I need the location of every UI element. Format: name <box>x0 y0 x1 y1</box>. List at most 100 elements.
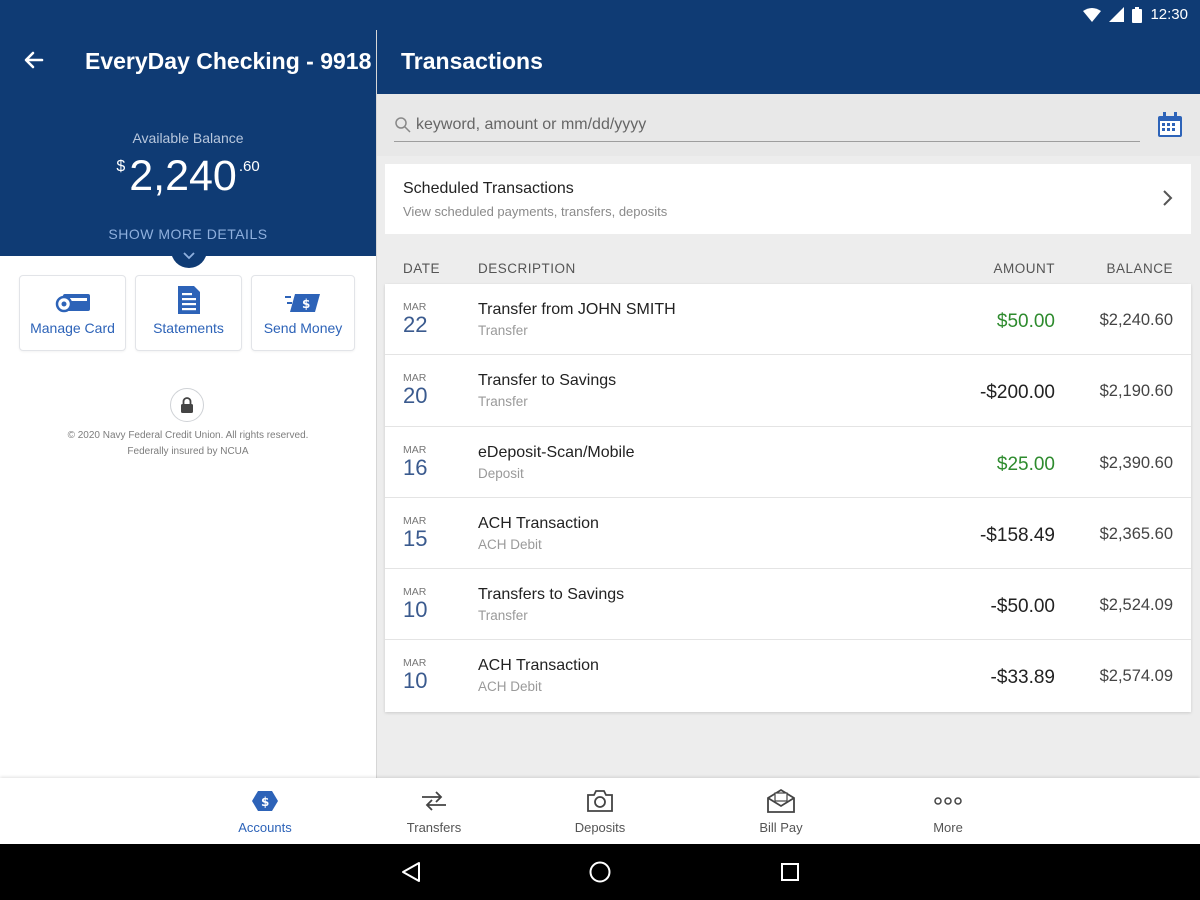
account-panel: EveryDay Checking - 9918 Available Balan… <box>0 30 376 778</box>
recents-icon[interactable] <box>780 862 800 882</box>
search-icon <box>395 116 411 133</box>
transaction-balance: $2,574.09 <box>1099 667 1173 686</box>
transaction-amount: $50.00 <box>996 311 1055 332</box>
nav-more[interactable]: More <box>888 786 1008 835</box>
nav-accounts-label: Accounts <box>238 820 292 835</box>
transaction-balance: $2,365.60 <box>1099 524 1173 543</box>
card-icon <box>55 294 90 313</box>
status-time: 12:30 <box>1150 6 1188 23</box>
transaction-description: Transfer to Savings <box>478 372 617 390</box>
transaction-day: 10 <box>403 668 428 694</box>
transaction-balance: $2,524.09 <box>1099 596 1173 615</box>
quick-actions: Manage Card Statements $ Send Money <box>19 275 355 351</box>
transaction-day: 20 <box>403 383 428 409</box>
transaction-amount: $25.00 <box>996 453 1055 475</box>
transactions-panel: Transactions Scheduled Transactions View… <box>377 30 1200 778</box>
battery-icon <box>1132 6 1143 23</box>
search-field <box>394 108 1140 142</box>
column-date: DATE <box>403 261 441 276</box>
status-bar: 12:30 <box>0 0 1200 30</box>
transaction-amount: -$158.49 <box>979 524 1055 546</box>
transaction-type: Transfer <box>478 394 528 410</box>
home-icon[interactable] <box>588 860 612 884</box>
more-icon <box>934 797 962 805</box>
transaction-day: 22 <box>403 312 428 337</box>
transaction-day: 16 <box>403 454 428 480</box>
manage-card-label: Manage Card <box>30 320 115 336</box>
nav-bill-pay[interactable]: Bill Pay <box>721 786 841 835</box>
nav-deposits[interactable]: Deposits <box>540 786 660 835</box>
available-balance: $2,240.60 <box>0 152 376 201</box>
statements-button[interactable]: Statements <box>135 275 242 351</box>
scheduled-title: Scheduled Transactions <box>403 180 574 197</box>
transaction-description: ACH Transaction <box>478 514 599 532</box>
search-input[interactable] <box>416 115 1116 134</box>
nav-transfers[interactable]: Transfers <box>374 786 494 835</box>
transaction-amount: -$200.00 <box>979 382 1055 404</box>
currency-symbol: $ <box>116 158 126 175</box>
transaction-balance: $2,240.60 <box>1099 311 1173 329</box>
scheduled-subtitle: View scheduled payments, transfers, depo… <box>403 204 668 219</box>
search-bar <box>377 94 1200 156</box>
bottom-navigation: $ Accounts Transfers Deposits Bill Pay M… <box>0 778 1200 844</box>
transactions-list: MAR 22 Transfer from JOHN SMITH Transfer… <box>385 284 1191 712</box>
account-title: EveryDay Checking - 9918 <box>85 48 372 74</box>
balance-cents: .60 <box>238 158 260 175</box>
transaction-row[interactable]: MAR 10 ACH Transaction ACH Debit -$33.89… <box>385 640 1191 711</box>
transaction-type: Deposit <box>478 465 524 481</box>
legal-text: © 2020 Navy Federal Credit Union. All ri… <box>0 428 376 460</box>
transaction-row[interactable]: MAR 22 Transfer from JOHN SMITH Transfer… <box>385 284 1191 356</box>
account-summary: EveryDay Checking - 9918 Available Balan… <box>0 30 376 268</box>
column-amount: AMOUNT <box>993 261 1055 276</box>
wifi-icon <box>1083 7 1102 22</box>
nav-more-label: More <box>933 820 963 835</box>
scheduled-transactions-item[interactable]: Scheduled Transactions View scheduled pa… <box>385 164 1191 234</box>
chevron-right-icon <box>1163 190 1173 206</box>
lock-icon <box>181 397 193 413</box>
transaction-day: 15 <box>403 525 428 551</box>
column-balance: BALANCE <box>1106 261 1173 276</box>
transactions-column-headers: DATE DESCRIPTION AMOUNT BALANCE <box>385 238 1191 284</box>
chevron-down-icon <box>183 252 195 260</box>
statements-label: Statements <box>153 320 224 336</box>
ncua-text: Federally insured by NCUA <box>127 446 249 457</box>
transaction-amount: -$50.00 <box>990 596 1055 618</box>
transaction-balance: $2,190.60 <box>1099 382 1173 401</box>
transaction-type: Transfer <box>478 323 528 338</box>
transactions-title: Transactions <box>401 48 543 74</box>
column-description: DESCRIPTION <box>478 261 576 276</box>
transaction-balance: $2,390.60 <box>1099 453 1173 472</box>
transaction-type: ACH Debit <box>478 679 542 695</box>
show-more-details-link[interactable]: SHOW MORE DETAILS <box>0 226 376 242</box>
expand-notch[interactable] <box>171 250 207 268</box>
transaction-row[interactable]: MAR 10 Transfers to Savings Transfer -$5… <box>385 569 1191 641</box>
send-money-button[interactable]: $ Send Money <box>251 275 355 351</box>
svg-text:$: $ <box>261 795 269 809</box>
transaction-row[interactable]: MAR 20 Transfer to Savings Transfer -$20… <box>385 355 1191 427</box>
transaction-row[interactable]: MAR 15 ACH Transaction ACH Debit -$158.4… <box>385 498 1191 570</box>
transaction-description: eDeposit-Scan/Mobile <box>478 443 635 461</box>
back-icon[interactable] <box>400 860 422 884</box>
nav-transfers-label: Transfers <box>406 820 462 835</box>
back-arrow-icon[interactable] <box>20 46 48 74</box>
nav-bill-pay-label: Bill Pay <box>759 820 803 835</box>
copyright-text: © 2020 Navy Federal Credit Union. All ri… <box>67 430 309 441</box>
transaction-row[interactable]: MAR 16 eDeposit-Scan/Mobile Deposit $25.… <box>385 427 1191 498</box>
transaction-amount: -$33.89 <box>990 667 1055 689</box>
calendar-icon[interactable] <box>1157 112 1183 138</box>
transaction-day: 10 <box>403 597 428 623</box>
manage-card-button[interactable]: Manage Card <box>19 275 126 351</box>
transaction-description: ACH Transaction <box>478 657 599 675</box>
signal-icon <box>1109 7 1125 22</box>
transaction-type: ACH Debit <box>478 536 542 552</box>
camera-icon <box>587 790 613 812</box>
nav-deposits-label: Deposits <box>574 820 626 835</box>
bill-pay-icon <box>767 788 795 813</box>
transactions-header: Transactions <box>377 30 1200 94</box>
transaction-type: Transfer <box>478 608 528 624</box>
send-money-icon: $ <box>285 294 320 312</box>
document-icon <box>177 286 200 314</box>
security-lock <box>170 388 204 422</box>
transaction-description: Transfers to Savings <box>478 586 625 604</box>
nav-accounts[interactable]: $ Accounts <box>205 786 325 835</box>
